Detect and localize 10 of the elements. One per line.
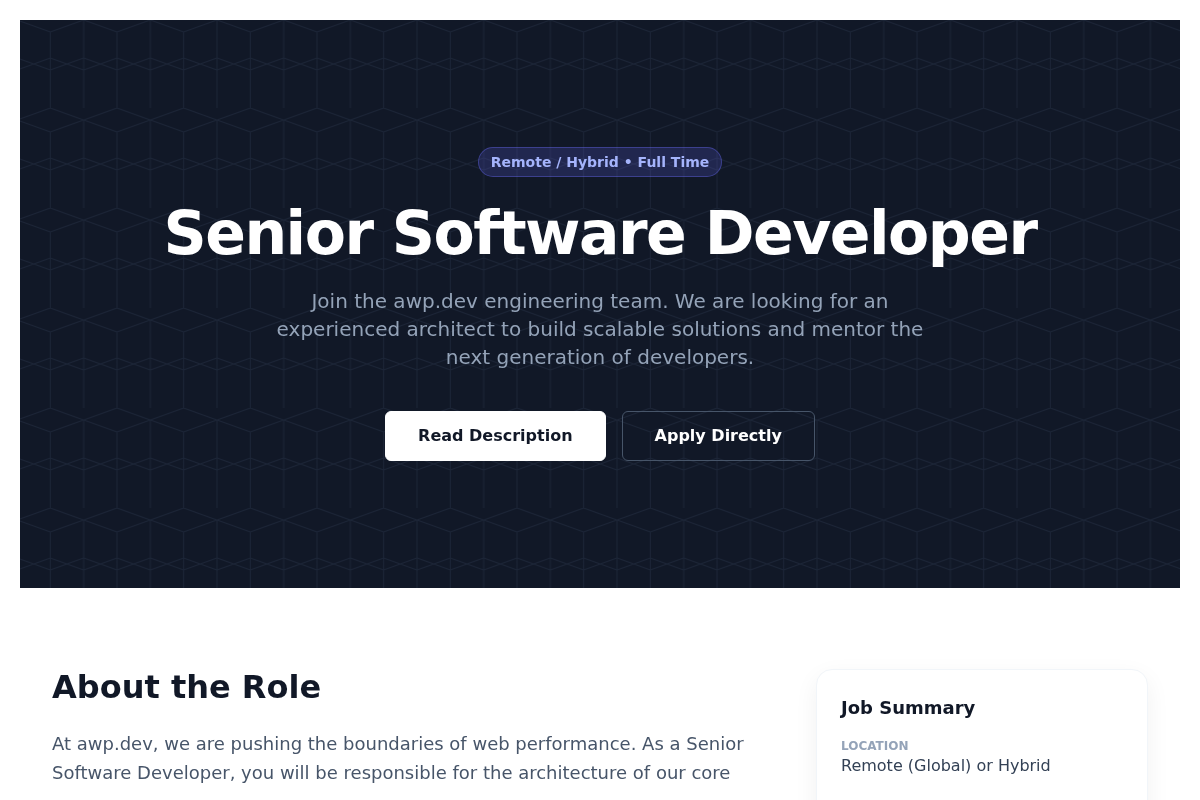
apply-button[interactable]: Apply Directly bbox=[621, 411, 815, 461]
field-value: Remote (Global) or Hybrid bbox=[841, 755, 1052, 777]
read-description-button[interactable]: Read Description bbox=[385, 411, 606, 461]
card-title: Job Summary bbox=[841, 696, 977, 720]
section-heading: About the Role bbox=[52, 667, 323, 707]
job-title: Senior Software Developer bbox=[163, 199, 1037, 267]
job-type-badge: Remote / Hybrid • Full Time bbox=[477, 147, 723, 177]
hero-subtitle: Join the awp.dev engineering team. We are looking for an experienced architect to build scalable solutions and mentor the next generation of developers. bbox=[275, 288, 925, 371]
role-description: At awp.dev, we are pushing the boundaries of web performance. As a Senior Software Developer, you will be responsible for the architecture of our core bbox=[52, 732, 745, 785]
field-label: LOCATION bbox=[841, 738, 910, 754]
